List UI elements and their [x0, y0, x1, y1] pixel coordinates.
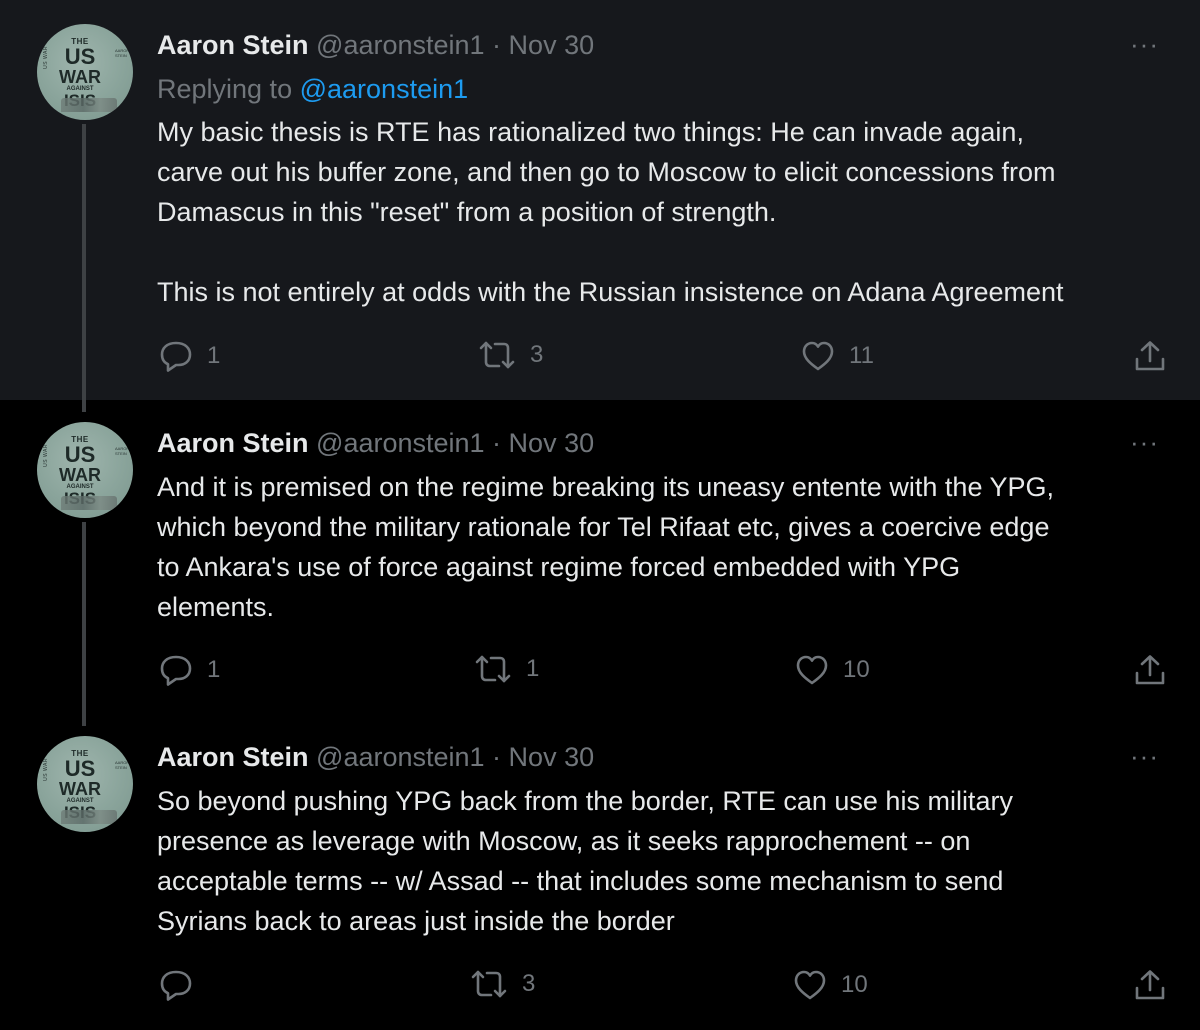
tweet-text: My basic thesis is RTE has rationalized … [157, 112, 1187, 312]
avatar-image-strip [61, 496, 117, 510]
tweet-3[interactable]: US WAR THE US WAR AGAINST ISIS AARON STE… [0, 714, 1200, 1030]
reply-icon [160, 970, 192, 1001]
like-icon [796, 655, 828, 685]
handle-date[interactable]: @aaronstein1 · Nov 30 [316, 428, 594, 458]
avatar-side-text: US WAR [43, 46, 49, 69]
avatar-author-text: AARON STEIN [115, 760, 130, 770]
retweet-icon [475, 655, 511, 683]
avatar[interactable]: US WAR THE US WAR AGAINST ISIS AARON STE… [37, 736, 133, 832]
retweet-button[interactable]: 3 [478, 340, 543, 370]
share-button[interactable] [1134, 969, 1166, 1001]
avatar-author-text: AARON STEIN [115, 48, 130, 58]
avatar[interactable]: US WAR THE US WAR AGAINST ISIS AARON STE… [37, 422, 133, 518]
reply-button[interactable]: 1 [159, 340, 220, 372]
reply-count: 1 [207, 656, 221, 683]
avatar-side-text: US WAR [43, 758, 49, 781]
like-icon [794, 970, 826, 1000]
thread-connector-line [82, 522, 86, 726]
author-name[interactable]: Aaron Stein [157, 30, 309, 60]
like-icon [802, 341, 834, 371]
share-icon [1135, 655, 1165, 685]
retweet-icon [479, 341, 515, 369]
reply-icon [160, 341, 192, 372]
tweet-line: presence as leverage with Moscow, as it … [157, 826, 971, 856]
tweet-line: carve out his buffer zone, and then go t… [157, 157, 1056, 187]
replying-label: Replying to [157, 74, 293, 104]
retweet-count: 1 [526, 655, 540, 682]
tweet-line: Syrians back to areas just inside the bo… [157, 906, 675, 936]
tweet-line: to Ankara's use of force against regime … [157, 552, 961, 582]
avatar-author-text: AARON STEIN [115, 446, 130, 456]
reply-button[interactable]: 1 [159, 654, 220, 686]
author-name[interactable]: Aaron Stein [157, 428, 309, 458]
more-options-icon[interactable]: ··· [1130, 429, 1159, 455]
like-button[interactable]: 11 [801, 340, 874, 372]
tweet-line: And it is premised on the regime breakin… [157, 472, 1054, 502]
share-button[interactable] [1134, 654, 1166, 686]
avatar-side-text: US WAR [43, 444, 49, 467]
tweet-2[interactable]: US WAR THE US WAR AGAINST ISIS AARON STE… [0, 400, 1200, 714]
share-icon [1135, 970, 1165, 1000]
tweet-header: Aaron Stein @aaronstein1 · Nov 30 [157, 28, 594, 62]
avatar[interactable]: US WAR THE US WAR AGAINST ISIS AARON STE… [37, 24, 133, 120]
tweet-line: This is not entirely at odds with the Ru… [157, 277, 1064, 307]
handle-date[interactable]: @aaronstein1 · Nov 30 [316, 30, 594, 60]
tweet-line: My basic thesis is RTE has rationalized … [157, 117, 1024, 147]
reply-button[interactable] [159, 969, 207, 1001]
more-options-icon[interactable]: ··· [1130, 743, 1159, 769]
tweet-1[interactable]: US WAR THE US WAR AGAINST ISIS AARON STE… [0, 0, 1200, 400]
like-button[interactable]: 10 [795, 654, 870, 686]
reply-icon [160, 655, 192, 686]
retweet-count: 3 [522, 970, 536, 997]
like-count: 10 [841, 971, 868, 998]
avatar-image-strip [61, 98, 117, 112]
retweet-icon [471, 970, 507, 998]
tweet-line: acceptable terms -- w/ Assad -- that inc… [157, 866, 1004, 896]
tweet-line: Damascus in this "reset" from a position… [157, 197, 777, 227]
tweet-thread: US WAR THE US WAR AGAINST ISIS AARON STE… [0, 0, 1200, 1030]
retweet-button[interactable]: 1 [474, 654, 539, 684]
tweet-header: Aaron Stein @aaronstein1 · Nov 30 [157, 740, 594, 774]
tweet-line: elements. [157, 592, 275, 622]
like-count: 11 [849, 342, 874, 369]
retweet-count: 3 [530, 341, 544, 368]
tweet-header: Aaron Stein @aaronstein1 · Nov 30 [157, 426, 594, 460]
share-button[interactable] [1134, 340, 1166, 372]
thread-connector-line [82, 124, 86, 412]
handle-date[interactable]: @aaronstein1 · Nov 30 [316, 742, 594, 772]
like-count: 10 [843, 656, 870, 683]
avatar-image-strip [61, 810, 117, 824]
tweet-text: And it is premised on the regime breakin… [157, 467, 1187, 627]
replying-handle-link[interactable]: @aaronstein1 [300, 74, 469, 104]
like-button[interactable]: 10 [793, 969, 868, 1001]
replying-to: Replying to @aaronstein1 [157, 72, 468, 106]
author-name[interactable]: Aaron Stein [157, 742, 309, 772]
tweet-line: So beyond pushing YPG back from the bord… [157, 786, 1013, 816]
more-options-icon[interactable]: ··· [1130, 31, 1159, 57]
retweet-button[interactable]: 3 [470, 969, 535, 999]
tweet-line: which beyond the military rationale for … [157, 512, 1050, 542]
reply-count: 1 [207, 342, 221, 369]
tweet-text: So beyond pushing YPG back from the bord… [157, 781, 1187, 941]
share-icon [1135, 341, 1165, 371]
